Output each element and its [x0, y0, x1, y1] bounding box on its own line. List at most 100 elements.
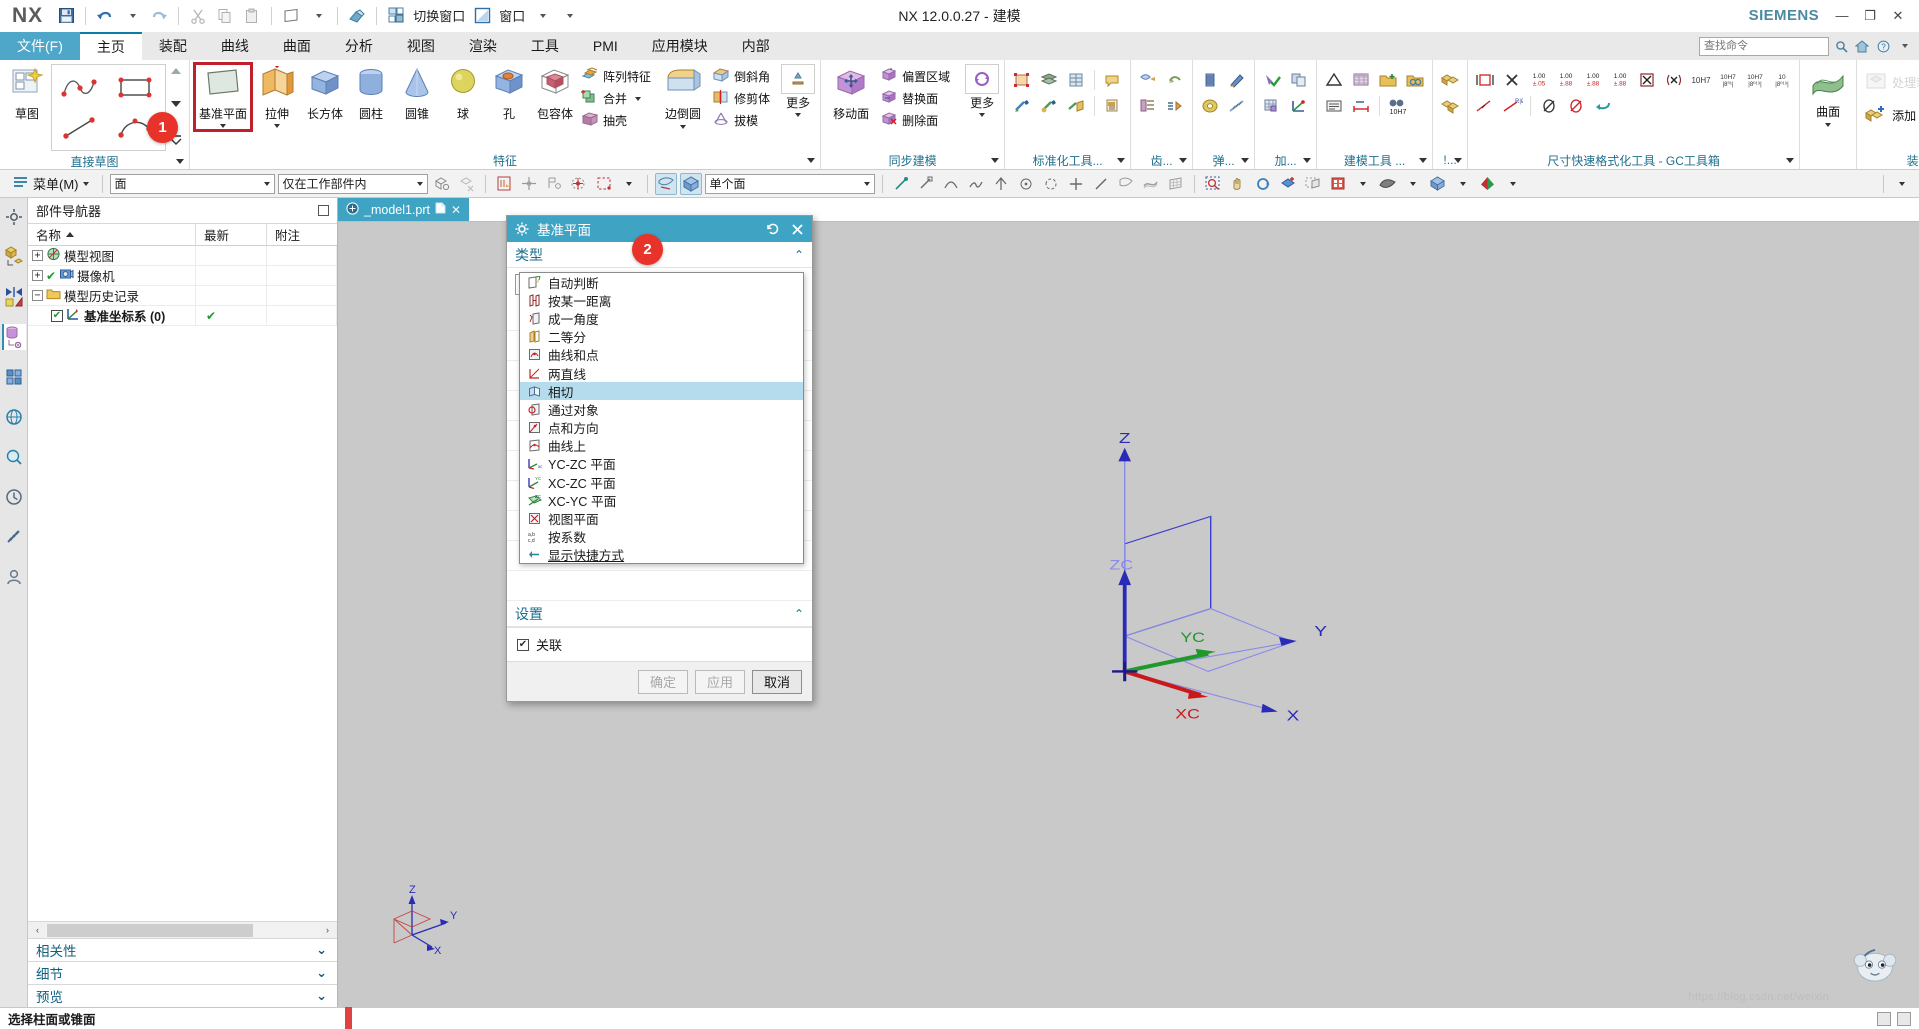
chevron-up-icon[interactable]: ⌃ [794, 248, 804, 262]
type-option-on-curve[interactable]: 曲线上 [520, 437, 803, 455]
web-browser-icon[interactable] [2, 404, 26, 430]
measure-icon[interactable] [2, 524, 26, 550]
plus-copy-icon[interactable] [1287, 68, 1311, 92]
plane-dropdown-icon[interactable] [305, 3, 331, 29]
close-button[interactable]: ✕ [1885, 5, 1911, 27]
type-option-curve-and-point[interactable]: 曲线和点 [520, 346, 803, 364]
accordion-details[interactable]: 细节 ⌄ [28, 961, 337, 984]
constraint-navigator-icon[interactable] [2, 284, 26, 310]
ribbon-collapse-icon[interactable] [1895, 37, 1913, 55]
close-tab-icon[interactable]: ✕ [451, 203, 461, 217]
table-row[interactable]: − 模型历史记录 [28, 285, 337, 306]
orient-view-icon[interactable] [1477, 173, 1499, 195]
snap-filter-icon[interactable] [493, 173, 515, 195]
search-input[interactable] [1699, 36, 1829, 56]
snap-more-icon[interactable] [618, 173, 640, 195]
delete-face-button[interactable]: 删除面 [878, 110, 955, 131]
snap-value-caret[interactable] [863, 181, 870, 186]
window-label[interactable]: 窗口 [496, 6, 528, 25]
table-row[interactable]: ✔ 基准坐标系 (0) ✔ [28, 305, 337, 326]
unite-button[interactable]: 合并 [579, 88, 656, 109]
selection-scope-filter[interactable]: 仅在工作部件内 [277, 173, 428, 194]
snap-intersection-icon[interactable] [965, 173, 987, 195]
solid-selection-icon[interactable] [679, 172, 702, 195]
plus-grid-icon[interactable] [1260, 94, 1284, 118]
sketch-rectangle-icon[interactable] [109, 67, 163, 107]
save-icon[interactable] [53, 3, 79, 29]
snap-line-icon[interactable] [1090, 173, 1112, 195]
dim-leader2-icon[interactable]: R|Ø| [1500, 94, 1524, 118]
dialog-title-bar[interactable]: 基准平面 [507, 216, 812, 242]
menu-button[interactable]: 菜单(M) [6, 172, 95, 195]
snap-surface-icon[interactable] [1140, 173, 1162, 195]
navigator-horizontal-scrollbar[interactable]: ‹ › [28, 921, 337, 938]
window-icon[interactable] [469, 3, 495, 29]
selection-scope-caret[interactable] [416, 181, 423, 186]
help-home-icon[interactable] [1853, 37, 1871, 55]
extrude-button[interactable]: 拉伸 [253, 64, 301, 130]
draft-button[interactable]: 拔模 [710, 110, 775, 131]
datum-plane-dropdown-icon[interactable] [220, 124, 226, 128]
bounding-body-button[interactable]: 包容体 [533, 64, 577, 124]
spring-dialog-launcher[interactable] [1241, 157, 1250, 163]
section-settings-header[interactable]: 设置 ⌃ [507, 601, 812, 627]
dim-10h7b-icon[interactable]: 10H7 |8⁰¹⁹| [1743, 68, 1767, 92]
ribbon-tab-assembly[interactable]: 装配 [142, 32, 204, 60]
std-tool1-icon[interactable] [1010, 94, 1034, 118]
datum-plane-button[interactable]: 基准平面 [192, 62, 254, 132]
snap-center-icon[interactable] [568, 173, 590, 195]
type-option-through-object[interactable]: 通过对象 [520, 400, 803, 418]
pattern-feature-button[interactable]: 阵列特征 [579, 66, 656, 87]
cylinder-button[interactable]: 圆柱 [349, 64, 393, 124]
mt-tolerance-icon[interactable]: 10H7 [1386, 94, 1410, 118]
snap-midpoint-icon[interactable] [940, 173, 962, 195]
help-icon[interactable]: ? [1874, 37, 1892, 55]
gear-hand-icon[interactable] [1136, 68, 1160, 92]
assembly-navigator-icon[interactable] [2, 204, 26, 230]
mt-note-icon[interactable] [1322, 94, 1346, 118]
surface-button[interactable]: 曲面 [1805, 64, 1851, 129]
view-style-caret[interactable] [1352, 173, 1374, 195]
feature-dialog-launcher[interactable] [807, 157, 816, 163]
plus-check-icon[interactable] [1260, 68, 1284, 92]
gear-spline-icon[interactable] [1136, 94, 1160, 118]
deselect-icon[interactable] [456, 173, 478, 195]
snap-rect-select-icon[interactable] [593, 173, 615, 195]
std-frame-icon[interactable] [1010, 68, 1034, 92]
dim-leader1-icon[interactable] [1473, 94, 1497, 118]
gallery-scroll-down-icon[interactable] [171, 100, 181, 107]
offset-region-button[interactable]: 偏置区域 [878, 66, 955, 87]
reset-icon[interactable] [764, 220, 782, 238]
type-option-show-shortcuts[interactable]: 显示快捷方式 [520, 546, 803, 563]
cancel-button[interactable]: 取消 [752, 669, 802, 694]
mt-addfolder-icon[interactable] [1376, 68, 1400, 92]
close-icon[interactable] [788, 220, 806, 238]
chamfer-button[interactable]: 倒斜角 [710, 66, 775, 87]
edge-blend-dropdown-icon[interactable] [680, 125, 687, 129]
qat-overflow-icon[interactable] [556, 3, 582, 29]
associative-checkbox[interactable]: ✔ [517, 638, 529, 651]
type-option-tangent[interactable]: 相切 [520, 382, 803, 401]
shading-icon[interactable] [1377, 173, 1399, 195]
standardize-dialog-launcher[interactable] [1117, 157, 1126, 163]
std-annotate-icon[interactable] [1101, 68, 1125, 92]
std-table-icon[interactable] [1064, 68, 1088, 92]
gear-list-icon[interactable] [1163, 94, 1187, 118]
snap-center2-icon[interactable] [1015, 173, 1037, 195]
dim-tol2-icon[interactable]: 1.00 ±.88 [1554, 68, 1578, 92]
dim-10h7a-icon[interactable]: 10H7 |8⁰¹| [1716, 68, 1740, 92]
dim-tol1-icon[interactable]: 1.00 ±.05 [1527, 68, 1551, 92]
accordion-dependencies[interactable]: 相关性 ⌄ [28, 938, 337, 961]
misc-blocks2-icon[interactable] [1438, 94, 1462, 118]
misc-blocks1-icon[interactable] [1438, 68, 1462, 92]
zoom-window-icon[interactable] [1202, 173, 1224, 195]
eraser-icon[interactable] [344, 3, 370, 29]
std-tool2-icon[interactable] [1037, 94, 1061, 118]
spring-pen-icon[interactable] [1225, 68, 1249, 92]
face-selection-icon[interactable] [654, 172, 677, 195]
plus-csys-icon[interactable] [1287, 94, 1311, 118]
window-dropdown-icon[interactable] [529, 3, 555, 29]
snap-endpoint-icon[interactable] [915, 173, 937, 195]
status-icon-1[interactable] [1877, 1011, 1891, 1026]
extrude-dropdown-icon[interactable] [274, 124, 281, 128]
